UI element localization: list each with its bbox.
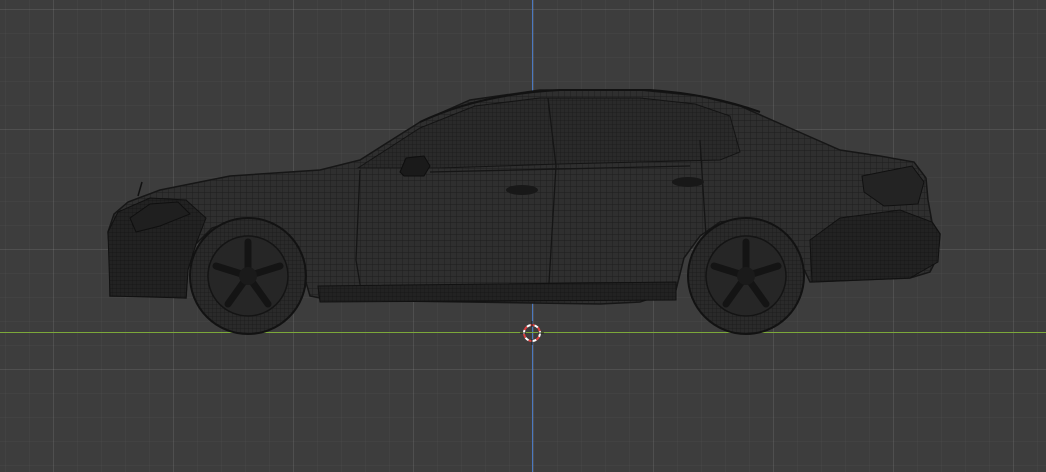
car-antenna: [137, 181, 143, 197]
3d-cursor-icon[interactable]: [520, 321, 544, 345]
front-door-handle: [506, 185, 538, 195]
rear-door-handle: [672, 177, 704, 187]
car-rear-bumper: [809, 209, 941, 283]
z-axis-line: [532, 0, 533, 472]
car-front-bumper: [107, 197, 207, 299]
car-side-windows: [356, 97, 741, 169]
rear-wheel: [687, 217, 805, 335]
3d-viewport[interactable]: [0, 0, 1046, 472]
car-taillight: [861, 165, 925, 207]
car-wireframe-mesh[interactable]: [0, 0, 1046, 472]
car-headlight: [129, 201, 191, 233]
car-side-skirt: [317, 281, 677, 303]
car-roofline: [419, 89, 761, 123]
front-wheel: [189, 217, 307, 335]
car-body: [107, 89, 941, 305]
car-door-lines: [355, 97, 707, 301]
side-mirror: [399, 155, 431, 177]
